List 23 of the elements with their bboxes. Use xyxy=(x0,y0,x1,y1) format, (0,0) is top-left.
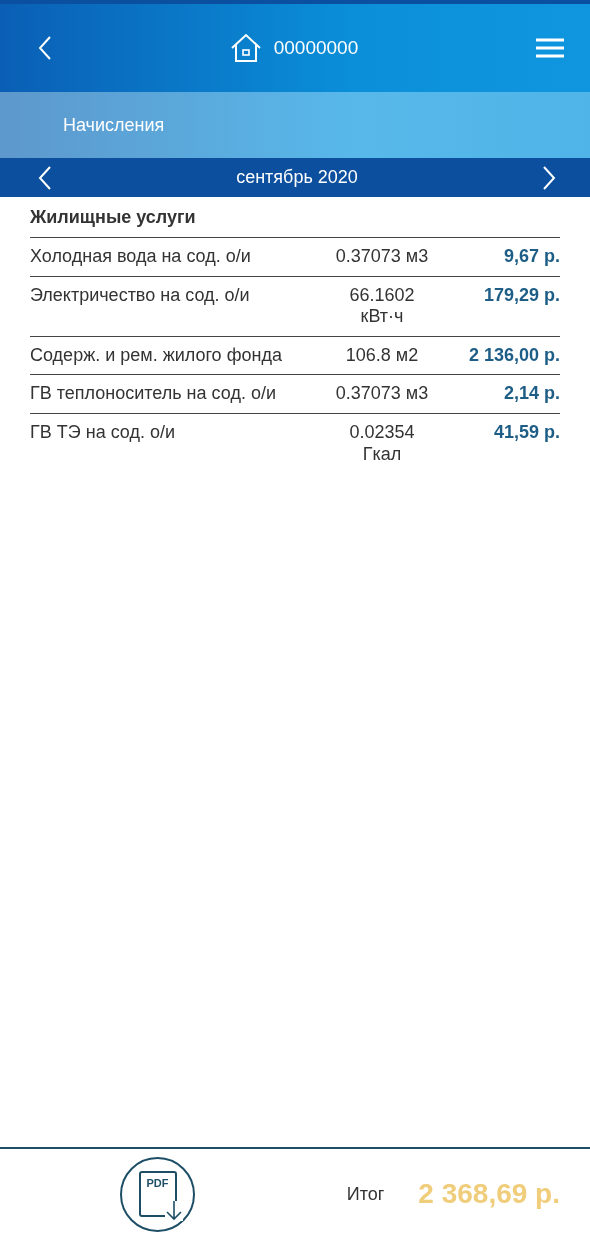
amount: 179,29 р. xyxy=(482,284,560,306)
pdf-download-button[interactable]: PDF xyxy=(120,1156,195,1232)
section-title: Начисления xyxy=(63,114,165,136)
service-name: Содерж. и рем. жилого фонда xyxy=(30,344,283,366)
service-name: Электричество на сод. о/и xyxy=(30,284,251,306)
service-name: ГВ ТЭ на сод. о/и xyxy=(30,421,177,443)
house-icon xyxy=(229,33,262,63)
total-label: Итог xyxy=(346,1183,385,1205)
quantity: 106.8 м2 xyxy=(344,344,420,367)
amount: 41,59 р. xyxy=(492,421,560,443)
amount: 2 136,00 р. xyxy=(467,344,560,366)
quantity: 0.37073 м3 xyxy=(334,246,430,268)
period-label: сентябрь 2020 xyxy=(236,167,358,188)
quantity: 66.1602 кВт·ч xyxy=(348,284,416,328)
amount: 9,67 р. xyxy=(502,246,560,267)
service-name: Холодная вода на сод. о/и xyxy=(30,246,252,267)
account-number: 00000000 xyxy=(273,37,359,59)
total-amount: 2 368,69 р. xyxy=(418,1178,560,1210)
quantity: 0.37073 м3 xyxy=(334,383,430,405)
group-title: Жилищные услуги xyxy=(30,205,560,238)
service-name: ГВ теплоноситель на сод. о/и xyxy=(30,383,277,405)
amount: 2,14 р. xyxy=(502,383,560,405)
quantity: 0.02354 Гкал xyxy=(348,421,416,466)
